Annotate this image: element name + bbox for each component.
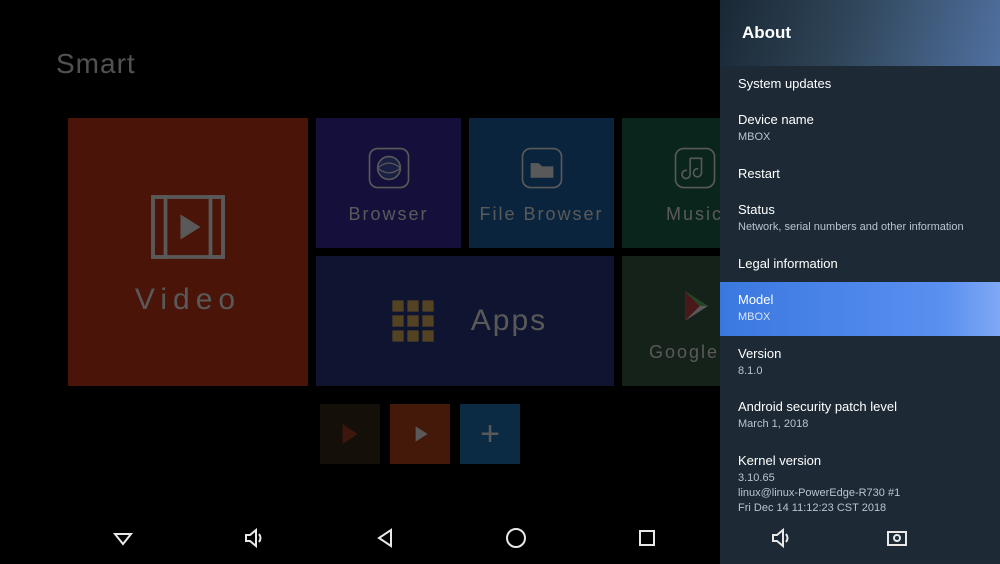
dock-shortcut-2[interactable] xyxy=(390,404,450,464)
about-item-title: Restart xyxy=(738,166,982,181)
about-item-subtitle: 3.10.65 linux@linux-PowerEdge-R730 #1 Fr… xyxy=(738,471,982,516)
app-icon xyxy=(335,419,365,449)
about-item-subtitle: MBOX xyxy=(738,130,982,145)
tile-browser-label: Browser xyxy=(348,204,428,225)
nav-home-button[interactable] xyxy=(503,525,529,551)
nav-screenshot-button[interactable] xyxy=(884,525,910,551)
dock-add[interactable]: + xyxy=(460,404,520,464)
camera-icon xyxy=(885,526,909,550)
volume-icon xyxy=(242,526,266,550)
about-item-model[interactable]: Model MBOX xyxy=(720,282,1000,336)
nav-recents-button[interactable] xyxy=(634,525,660,551)
volume-icon xyxy=(769,526,793,550)
about-item-title: System updates xyxy=(738,76,982,91)
nav-dropdown-button[interactable] xyxy=(110,525,136,551)
nav-back-button[interactable] xyxy=(372,525,398,551)
folder-icon xyxy=(516,142,568,194)
tile-filebrowser-label: File Browser xyxy=(479,204,603,225)
tile-video[interactable]: Video xyxy=(68,118,308,386)
globe-icon xyxy=(363,142,415,194)
about-item-title: Android security patch level xyxy=(738,399,982,414)
back-icon xyxy=(373,526,397,550)
dock-shortcut-1[interactable] xyxy=(320,404,380,464)
about-item-android-security-patch-level[interactable]: Android security patch level March 1, 201… xyxy=(720,389,1000,443)
square-icon xyxy=(635,526,659,550)
video-icon xyxy=(148,187,228,267)
about-item-subtitle: 8.1.0 xyxy=(738,364,982,379)
tile-apps-label: Apps xyxy=(471,304,547,338)
tile-browser[interactable]: Browser xyxy=(316,118,461,248)
about-item-restart[interactable]: Restart xyxy=(720,156,1000,192)
about-item-title: Kernel version xyxy=(738,453,982,468)
about-item-title: Device name xyxy=(738,112,982,127)
circle-icon xyxy=(504,526,528,550)
nav-volume-button-left[interactable] xyxy=(241,525,267,551)
music-icon xyxy=(669,142,721,194)
tile-filebrowser[interactable]: File Browser xyxy=(469,118,614,248)
navigation-bar xyxy=(0,512,1000,564)
brand-title: Smart xyxy=(56,48,136,80)
about-item-title: Status xyxy=(738,202,982,217)
tile-apps[interactable]: Apps xyxy=(316,256,614,386)
about-list: System updates Device name MBOX Restart Stat… xyxy=(720,66,1000,564)
play-store-icon xyxy=(669,280,721,332)
about-item-device-name[interactable]: Device name MBOX xyxy=(720,102,1000,156)
about-item-status[interactable]: Status Network, serial numbers and other … xyxy=(720,192,1000,246)
chevron-down-icon xyxy=(111,526,135,550)
tile-music-label: Music xyxy=(666,204,723,225)
tile-grid: Video Browser File Browser Music xyxy=(68,118,748,388)
about-header: About xyxy=(720,0,1000,66)
about-panel: About System updates Device name MBOX Resta… xyxy=(720,0,1000,564)
about-item-subtitle: March 1, 2018 xyxy=(738,417,982,432)
about-item-title: Model xyxy=(738,292,982,307)
about-item-system-updates[interactable]: System updates xyxy=(720,66,1000,102)
about-item-subtitle: Network, serial numbers and other inform… xyxy=(738,220,982,235)
about-item-title: Version xyxy=(738,346,982,361)
dock-row: + xyxy=(320,404,520,464)
about-item-legal-information[interactable]: Legal information xyxy=(720,246,1000,282)
nav-volume-button-right[interactable] xyxy=(768,525,794,551)
apps-grid-icon xyxy=(383,291,443,351)
about-item-title: Legal information xyxy=(738,256,982,271)
tile-video-label: Video xyxy=(135,283,241,317)
plus-icon: + xyxy=(480,417,500,451)
about-item-subtitle: MBOX xyxy=(738,310,982,325)
play-icon xyxy=(407,421,433,447)
about-item-version[interactable]: Version 8.1.0 xyxy=(720,336,1000,390)
